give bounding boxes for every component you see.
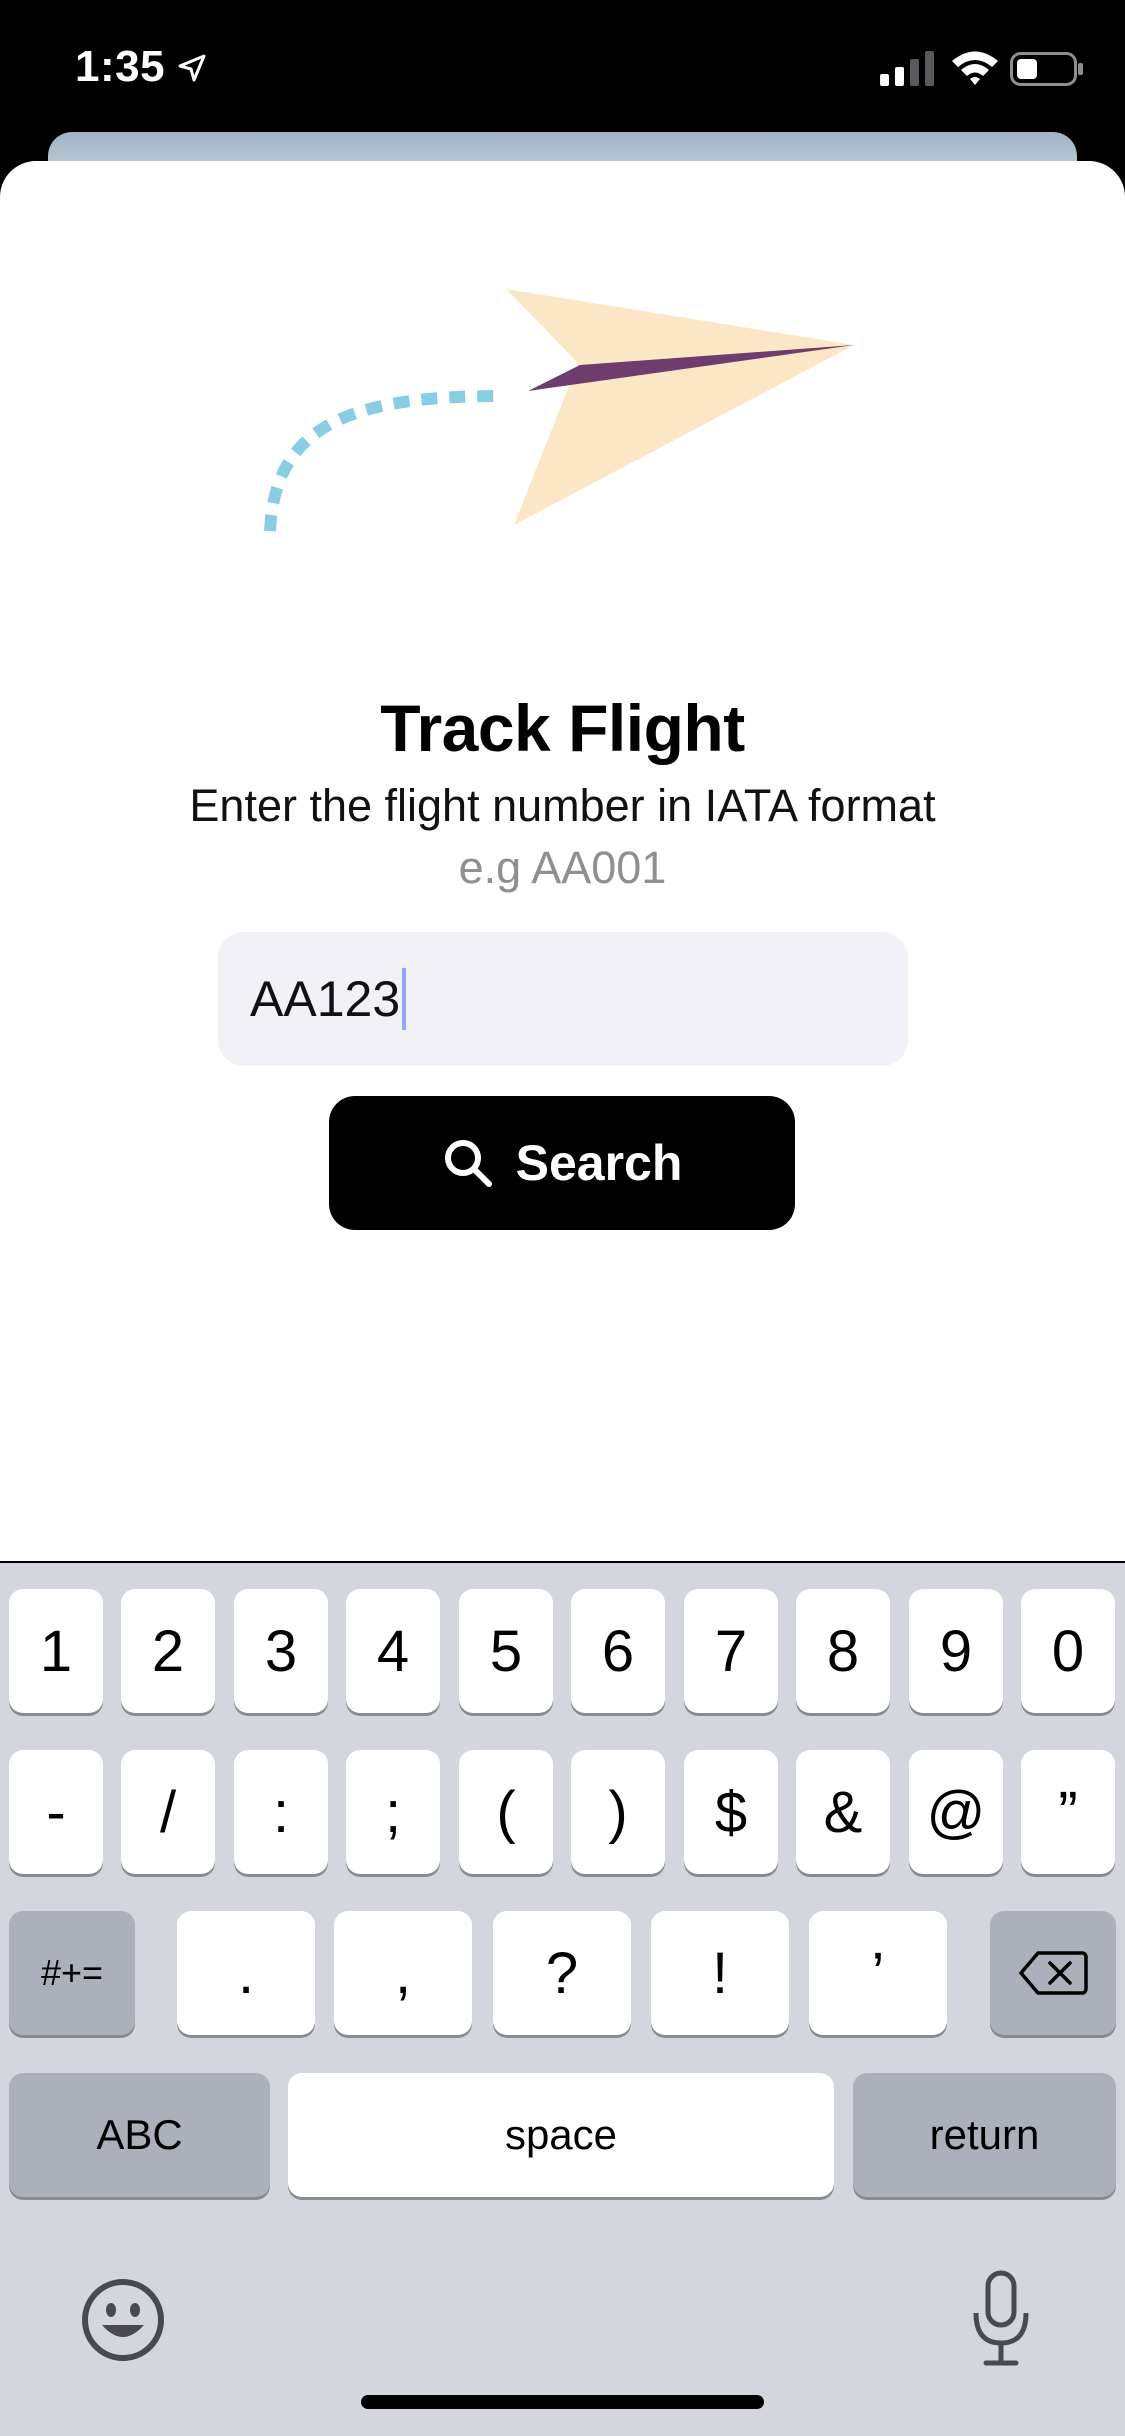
key-question[interactable]: ? [493, 1911, 631, 2035]
key-ampersand[interactable]: & [796, 1750, 890, 1874]
track-flight-sheet: Track Flight Enter the flight number in … [0, 161, 1125, 1561]
search-button[interactable]: Search [329, 1096, 795, 1230]
key-4[interactable]: 4 [346, 1589, 440, 1713]
location-arrow-icon [178, 54, 206, 82]
search-label: Search [515, 1135, 683, 1191]
key-2[interactable]: 2 [121, 1589, 215, 1713]
key-dollar[interactable]: $ [684, 1750, 778, 1874]
flight-number-value: AA123 [250, 971, 401, 1027]
text-cursor [402, 968, 407, 1030]
status-bar: 1:35 [0, 0, 1125, 135]
key-5[interactable]: 5 [459, 1589, 553, 1713]
key-0[interactable]: 0 [1021, 1589, 1115, 1713]
backspace-key[interactable] [990, 1911, 1116, 2035]
microphone-icon[interactable] [966, 2269, 1036, 2369]
key-6[interactable]: 6 [571, 1589, 665, 1713]
battery-icon [1010, 52, 1083, 86]
key-9[interactable]: 9 [909, 1589, 1003, 1713]
flight-number-input[interactable]: AA123 [218, 932, 908, 1066]
key-slash[interactable]: / [121, 1750, 215, 1874]
key-quote[interactable]: ” [1021, 1750, 1115, 1874]
key-symbols-toggle[interactable]: #+= [9, 1911, 135, 2035]
key-colon[interactable]: : [234, 1750, 328, 1874]
key-space[interactable]: space [288, 2073, 834, 2197]
backspace-icon [1019, 1951, 1088, 1995]
key-exclamation[interactable]: ! [651, 1911, 789, 2035]
signal-icon [880, 51, 934, 86]
key-period[interactable]: . [177, 1911, 315, 2035]
keyboard: 1 2 3 4 5 6 7 8 9 0 - / : ; ( ) $ & @ ” … [0, 1563, 1125, 2436]
page-title: Track Flight [380, 691, 745, 765]
key-8[interactable]: 8 [796, 1589, 890, 1713]
key-return[interactable]: return [853, 2073, 1116, 2197]
key-7[interactable]: 7 [684, 1589, 778, 1713]
key-hyphen[interactable]: - [9, 1750, 103, 1874]
wifi-icon [952, 51, 998, 85]
search-icon [444, 1140, 492, 1187]
paper-plane-icon [264, 289, 854, 532]
home-indicator[interactable] [361, 2395, 764, 2409]
key-apostrophe[interactable]: ’ [809, 1911, 947, 2035]
instruction-text: Enter the flight number in IATA format [189, 780, 936, 831]
key-open-paren[interactable]: ( [459, 1750, 553, 1874]
key-at[interactable]: @ [909, 1750, 1003, 1874]
example-hint: e.g AA001 [458, 842, 667, 893]
key-abc[interactable]: ABC [9, 2073, 270, 2197]
status-time: 1:35 [75, 42, 166, 91]
key-1[interactable]: 1 [9, 1589, 103, 1713]
key-semicolon[interactable]: ; [346, 1750, 440, 1874]
key-close-paren[interactable]: ) [571, 1750, 665, 1874]
emoji-icon[interactable] [80, 2277, 166, 2363]
key-comma[interactable]: , [334, 1911, 472, 2035]
key-3[interactable]: 3 [234, 1589, 328, 1713]
